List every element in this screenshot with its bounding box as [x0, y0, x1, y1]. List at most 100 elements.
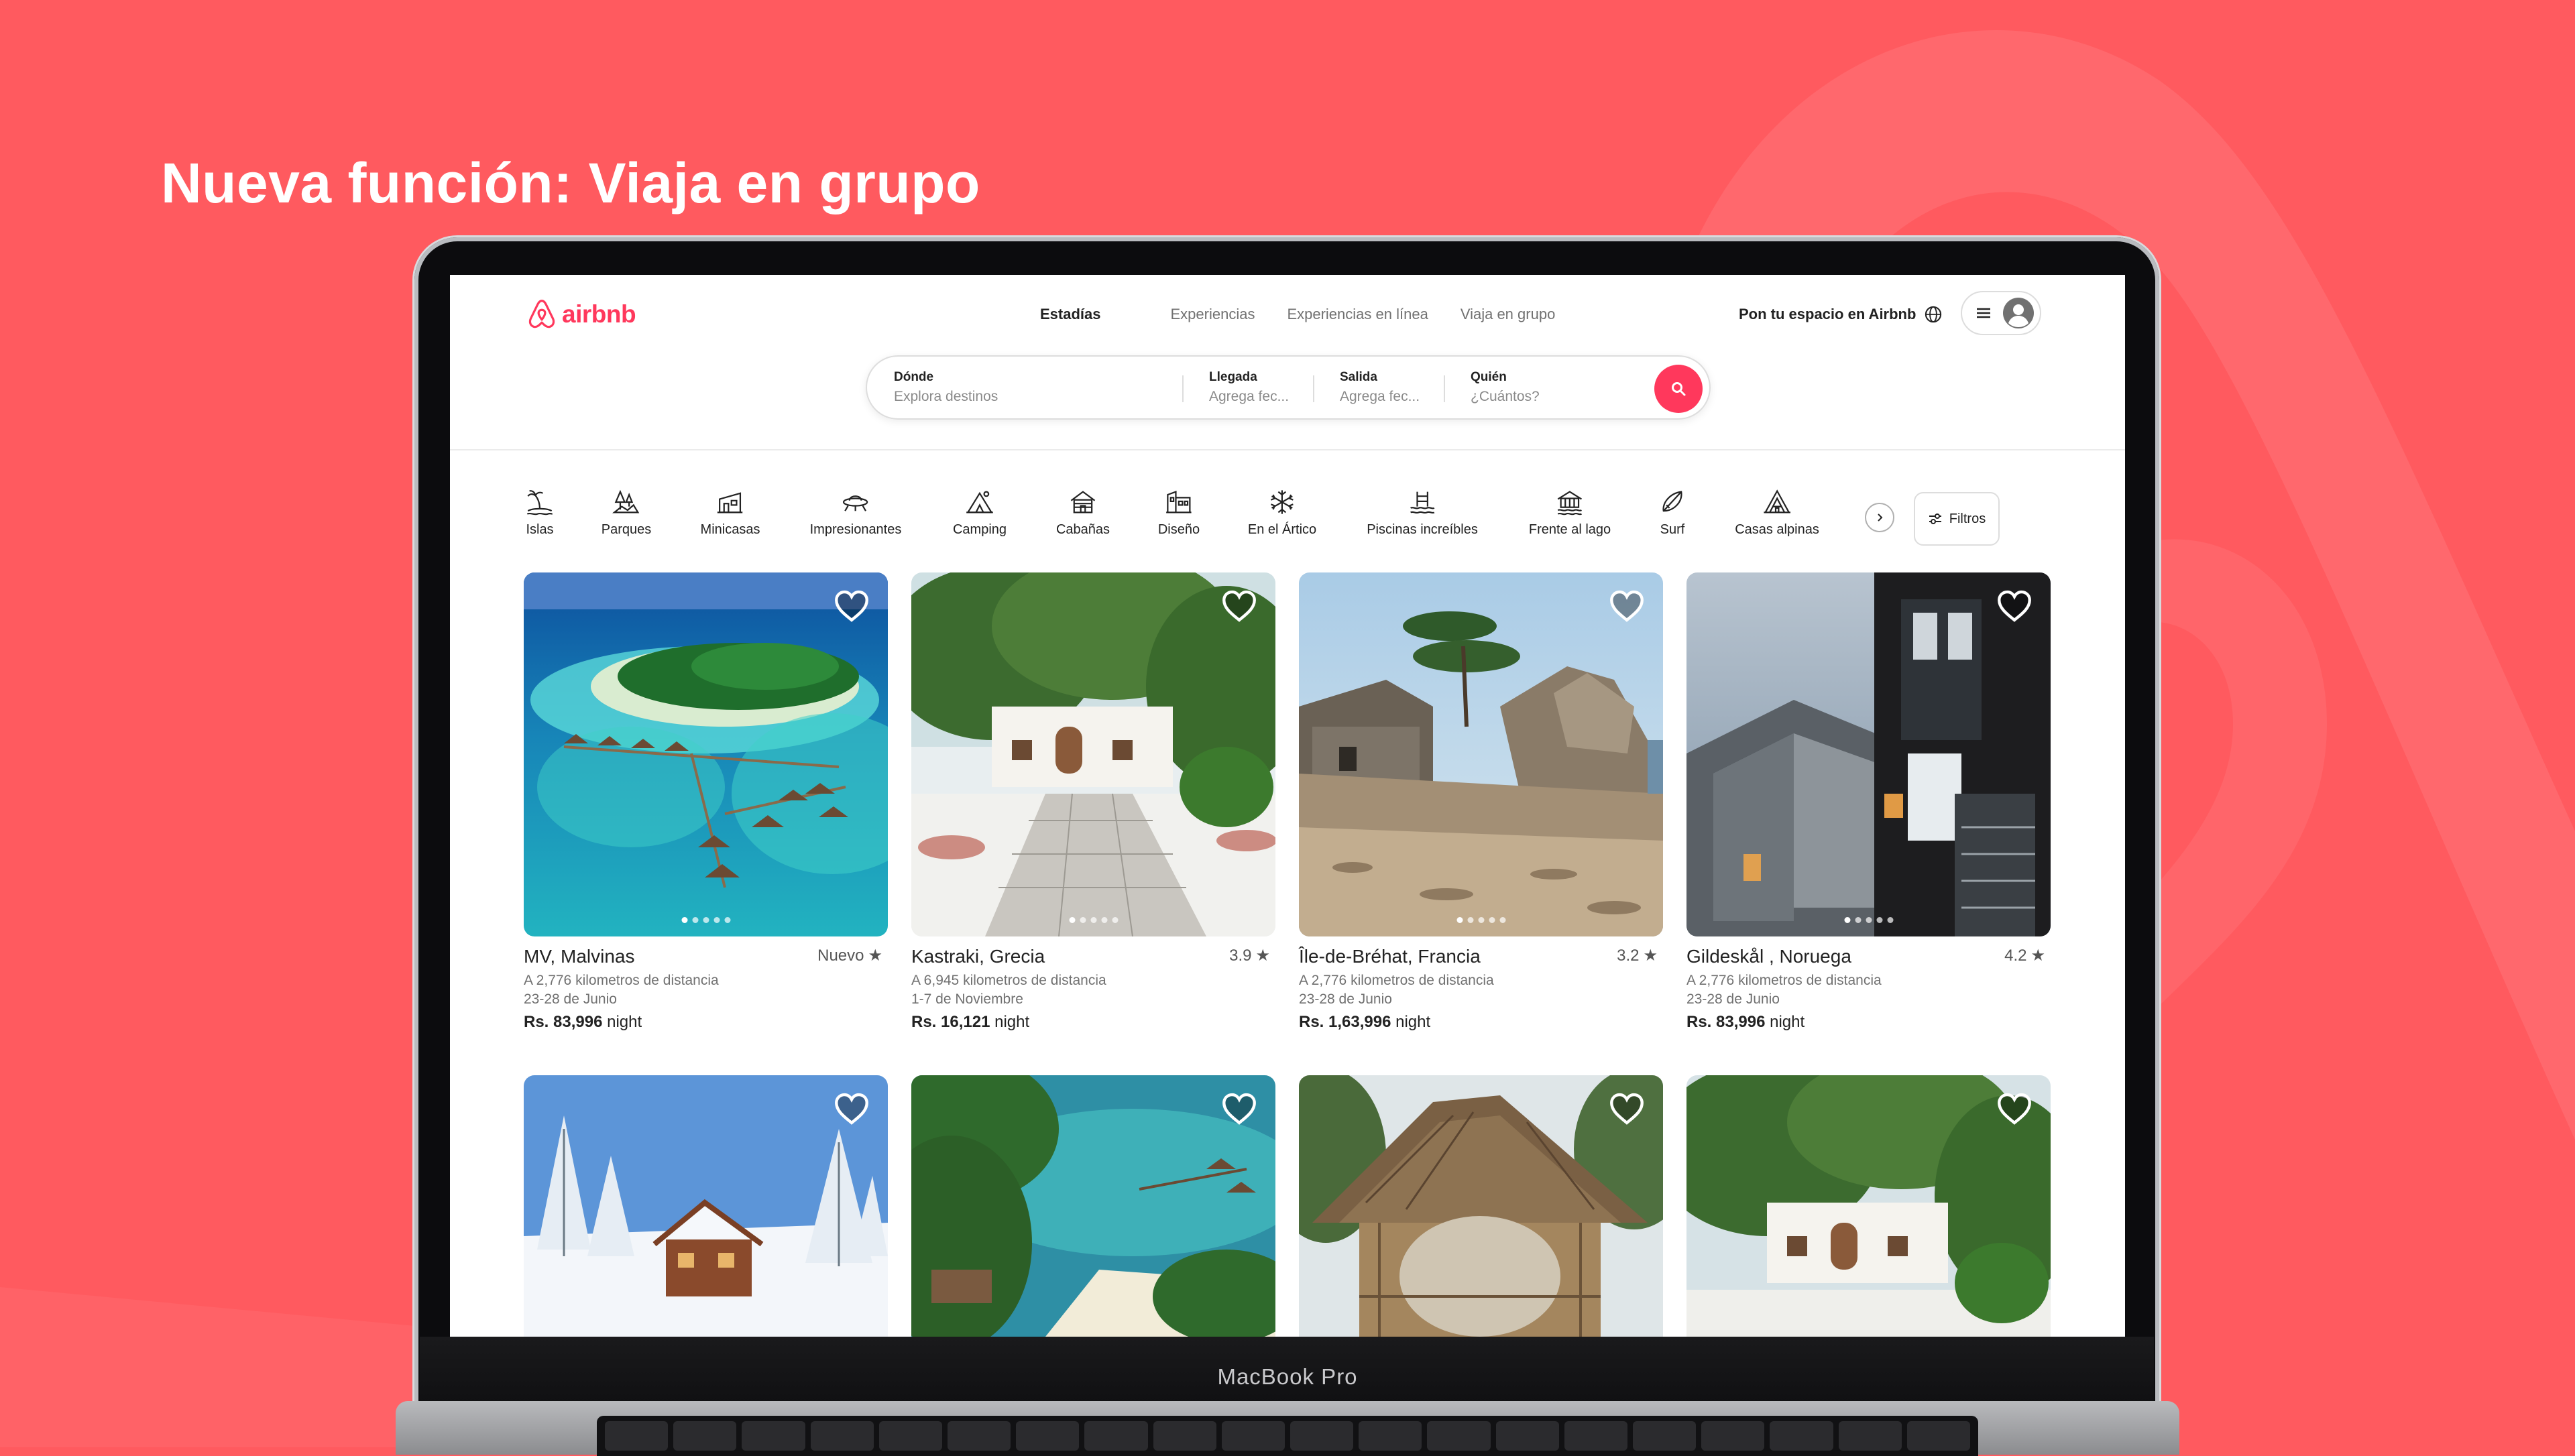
tab-experiencias-en-linea[interactable]: Experiencias en línea — [1287, 306, 1428, 323]
category-scroll-right-button[interactable] — [1865, 503, 1894, 532]
search-where[interactable]: Dónde Explora destinos — [867, 357, 1182, 418]
listing-card[interactable]: MV, Malvinas Nuevo ★ A 2,776 kilometros d… — [524, 572, 888, 1032]
category-diseno[interactable]: Diseño — [1158, 487, 1200, 538]
listing-distance: A 2,776 kilometros de distancia — [1299, 973, 1494, 988]
rating-value: Nuevo — [817, 946, 864, 965]
listing-dates: 23-28 de Junio — [1686, 991, 1780, 1007]
user-menu-button[interactable] — [1961, 291, 2041, 335]
kastraki-photo — [911, 572, 1275, 936]
checkout-placeholder: Agrega fec... — [1340, 389, 1420, 404]
price-amount: Rs. 83,996 — [524, 1013, 603, 1031]
listing-photo[interactable] — [524, 572, 888, 936]
heart-icon[interactable] — [1996, 1090, 2033, 1128]
maldives-photo — [524, 572, 888, 936]
rating-value: 3.9 — [1229, 946, 1252, 965]
search-checkout[interactable]: Salida Agrega fec... — [1313, 357, 1444, 418]
rating-value: 3.2 — [1617, 946, 1640, 965]
listing-photo[interactable] — [911, 572, 1275, 936]
listing-rating: 4.2 ★ — [2004, 946, 2045, 965]
filters-label: Filtros — [1949, 511, 1986, 526]
listing-card[interactable] — [1299, 1075, 1663, 1337]
category-parques[interactable]: Parques — [602, 487, 651, 538]
category-label: Camping — [952, 522, 1007, 537]
price-amount: Rs. 83,996 — [1686, 1013, 1766, 1031]
listing-rating: 3.2 ★ — [1617, 946, 1658, 965]
category-cabanas[interactable]: Cabañas — [1056, 487, 1110, 538]
host-link[interactable]: Pon tu espacio en Airbnb — [1739, 306, 1916, 323]
listing-card[interactable] — [1686, 1075, 2051, 1337]
tiny-home-icon — [718, 492, 743, 513]
category-label: Piscinas increíbles — [1367, 522, 1478, 537]
gildeskal-photo — [1686, 572, 2051, 936]
listing-photo[interactable] — [1686, 1075, 2051, 1337]
surf-icon — [1662, 491, 1682, 512]
listing-photo[interactable] — [1299, 1075, 1663, 1337]
category-artico[interactable]: En el Ártico — [1248, 487, 1316, 538]
tab-viaja-en-grupo[interactable]: Viaja en grupo — [1461, 306, 1556, 323]
category-impresionantes[interactable]: Impresionantes — [810, 487, 901, 538]
photo-pagination-dots — [1456, 917, 1505, 923]
category-camping[interactable]: Camping — [953, 487, 1007, 538]
price-amount: Rs. 16,121 — [911, 1013, 990, 1031]
listing-info: Île-de-Bréhat, Francia 3.2 ★ A 2,776 kilo… — [1299, 946, 1663, 1032]
heart-icon[interactable] — [1608, 1090, 1646, 1128]
listing-photo[interactable] — [911, 1075, 1275, 1337]
heart-icon[interactable] — [1220, 587, 1258, 625]
heart-icon[interactable] — [1996, 587, 2033, 625]
price-unit: night — [607, 1013, 642, 1031]
logo-wordmark: airbnb — [562, 300, 636, 328]
listing-distance: A 6,945 kilometros de distancia — [911, 973, 1106, 988]
where-placeholder: Explora destinos — [894, 389, 998, 404]
tab-estadias[interactable]: Estadías — [1040, 306, 1101, 323]
tab-experiencias[interactable]: Experiencias — [1171, 306, 1255, 323]
search-bar[interactable]: Dónde Explora destinos Llegada Agrega fe… — [866, 355, 1711, 420]
heart-icon[interactable] — [1608, 587, 1646, 625]
globe-icon[interactable] — [1924, 305, 1943, 324]
listing-price: Rs. 1,63,996 night — [1299, 1013, 1663, 1032]
category-piscinas[interactable]: Piscinas increíbles — [1367, 487, 1478, 538]
listing-card[interactable]: Île-de-Bréhat, Francia 3.2 ★ A 2,776 kilo… — [1299, 572, 1663, 1032]
brehat-photo — [1299, 572, 1663, 936]
category-label: Casas alpinas — [1735, 522, 1819, 537]
search-checkin[interactable]: Llegada Agrega fec... — [1182, 357, 1313, 418]
heart-icon[interactable] — [833, 587, 870, 625]
listing-photo[interactable] — [524, 1075, 888, 1337]
listing-title: Île-de-Bréhat, Francia — [1299, 946, 1481, 967]
category-label: Minicasas — [700, 522, 760, 537]
category-alpinas[interactable]: Casas alpinas — [1735, 487, 1819, 538]
avatar-icon — [2003, 298, 2034, 328]
cabin-icon — [1070, 491, 1096, 513]
listing-photo[interactable] — [1686, 572, 2051, 936]
heart-icon[interactable] — [833, 1090, 870, 1128]
island-icon — [526, 490, 553, 515]
listing-card[interactable] — [524, 1075, 888, 1337]
listing-price: Rs. 83,996 night — [524, 1013, 888, 1032]
category-islas[interactable]: Islas — [525, 487, 555, 538]
checkin-placeholder: Agrega fec... — [1209, 389, 1290, 404]
listing-info: Kastraki, Grecia 3.9 ★ A 6,945 kilometros… — [911, 946, 1275, 1032]
menu-icon — [1977, 308, 1990, 318]
listing-price: Rs. 16,121 night — [911, 1013, 1275, 1032]
listing-card[interactable]: Gildeskål , Noruega 4.2 ★ A 2,776 kilomet… — [1686, 572, 2051, 1032]
photo-pagination-dots — [1069, 917, 1118, 923]
airbnb-logo[interactable]: airbnb — [527, 299, 636, 330]
camping-icon — [966, 491, 993, 513]
search-button[interactable] — [1654, 365, 1703, 413]
listing-title: Gildeskål , Noruega — [1686, 946, 1851, 967]
listing-card[interactable] — [911, 1075, 1275, 1337]
category-minicasas[interactable]: Minicasas — [701, 487, 760, 538]
listing-photo[interactable] — [1299, 572, 1663, 936]
photo-pagination-dots — [1844, 917, 1893, 923]
filters-button[interactable]: Filtros — [1914, 492, 2000, 546]
price-unit: night — [1770, 1013, 1805, 1031]
category-lago[interactable]: Frente al lago — [1529, 487, 1611, 538]
listing-distance: A 2,776 kilometros de distancia — [524, 973, 719, 988]
nav-tabs: Estadías Experiencias Experiencias en lí… — [1040, 306, 1555, 323]
listing-card[interactable]: Kastraki, Grecia 3.9 ★ A 6,945 kilometros… — [911, 572, 1275, 1032]
category-surf[interactable]: Surf — [1658, 487, 1687, 538]
listing-rating: 3.9 ★ — [1229, 946, 1270, 965]
laptop-keyboard — [597, 1416, 1978, 1456]
listing-dates: 1-7 de Noviembre — [911, 991, 1023, 1007]
heart-icon[interactable] — [1220, 1090, 1258, 1128]
listing-dates: 23-28 de Junio — [1299, 991, 1392, 1007]
